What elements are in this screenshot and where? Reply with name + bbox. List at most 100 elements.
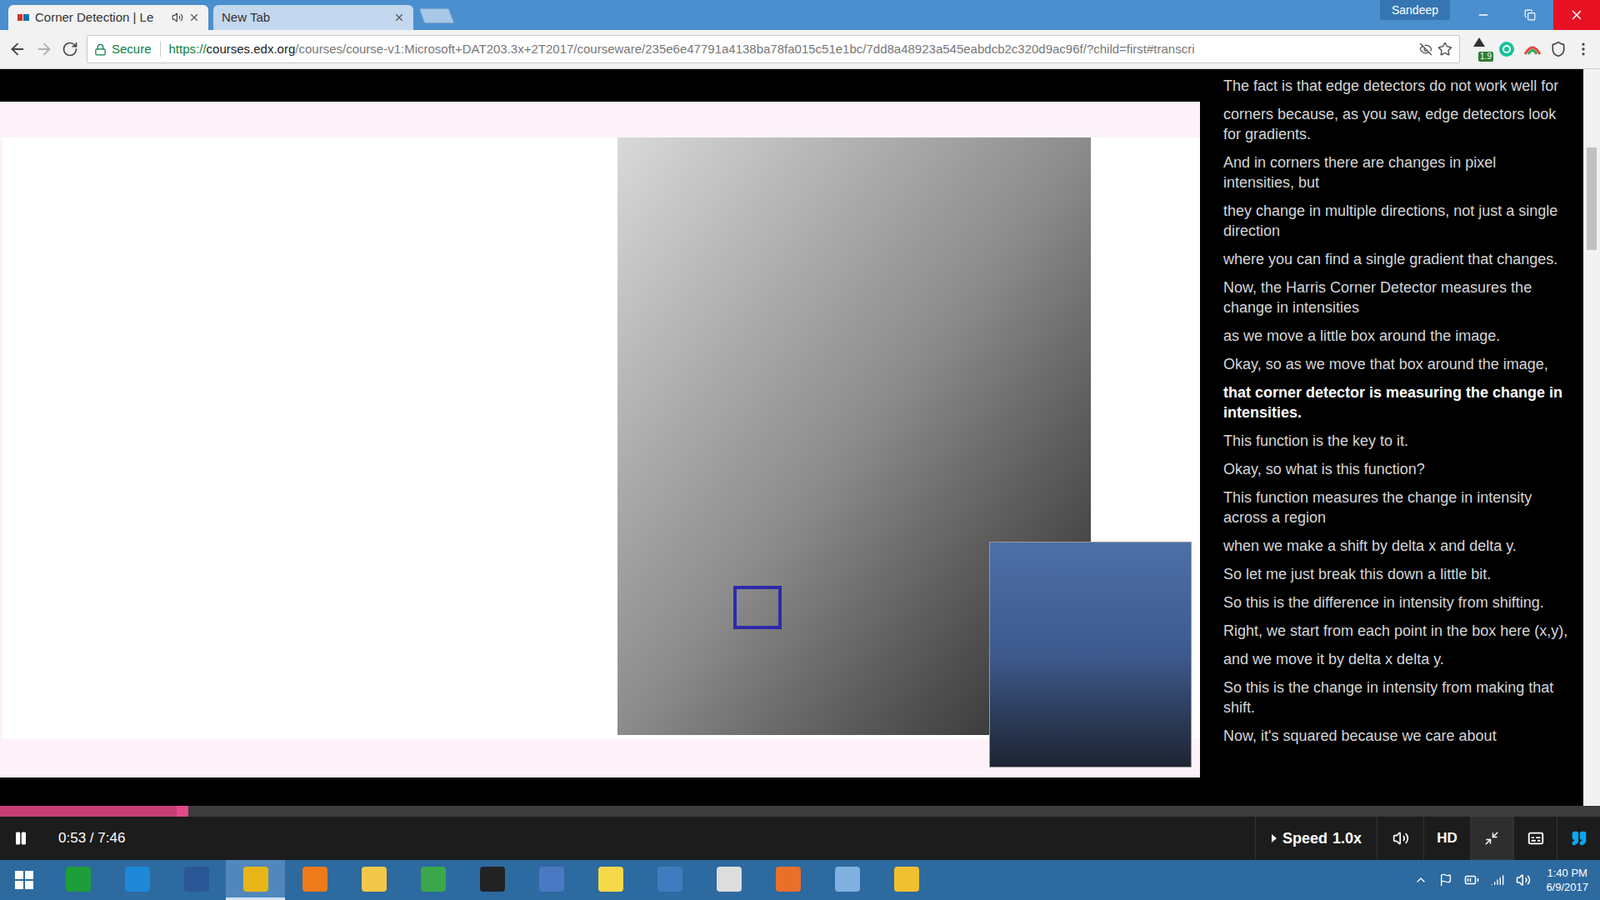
- lock-icon: [94, 43, 107, 56]
- taskbar-app[interactable]: [521, 860, 581, 900]
- volume-button[interactable]: [1376, 816, 1424, 860]
- time-display: 0:53 / 7:46: [58, 827, 125, 850]
- blocked-icon[interactable]: [1419, 42, 1433, 56]
- speed-button[interactable]: Speed1.0x: [1255, 816, 1377, 860]
- taskbar-app[interactable]: [166, 860, 226, 900]
- transcript-line[interactable]: and we move it by delta x delta y.: [1223, 649, 1569, 670]
- transcript-line[interactable]: Right, we start from each point in the b…: [1223, 620, 1569, 641]
- edx-favicon-icon: [16, 10, 30, 25]
- taskbar-app[interactable]: [640, 860, 700, 900]
- transcript-line[interactable]: This function is the key to it.: [1223, 430, 1569, 451]
- tab-label: Corner Detection | Le: [35, 8, 167, 28]
- app-icon: [302, 866, 328, 892]
- transcript-line[interactable]: where you can find a single gradient tha…: [1223, 249, 1569, 270]
- start-button[interactable]: [0, 860, 49, 900]
- transcript-line[interactable]: So this is the difference in intensity f…: [1223, 592, 1569, 613]
- pause-icon: [13, 830, 29, 846]
- transcript-line[interactable]: Now, it's squared because we care about: [1223, 725, 1569, 746]
- transcript-scrollbar[interactable]: [1583, 69, 1600, 806]
- app-icon: [184, 866, 210, 892]
- transcript-line[interactable]: when we make a shift by delta x and delt…: [1223, 535, 1569, 556]
- taskbar-app[interactable]: [758, 860, 818, 900]
- close-icon: [1569, 7, 1585, 23]
- transcript-line[interactable]: Now, the Harris Corner Detector measures…: [1223, 277, 1569, 318]
- clock-date: 6/9/2017: [1545, 880, 1589, 895]
- clock-time: 1:40 PM: [1546, 865, 1587, 880]
- clock[interactable]: 1:40 PM6/9/2017: [1545, 865, 1589, 895]
- arc-extension-icon[interactable]: [1523, 40, 1542, 58]
- transcript-panel: The fact is that edge detectors do not w…: [1200, 69, 1600, 806]
- app-icon: [894, 866, 920, 892]
- tray-expand-icon[interactable]: [1414, 873, 1428, 887]
- speaker-icon[interactable]: [171, 11, 184, 24]
- transcript-line[interactable]: corners because, as you saw, edge detect…: [1223, 104, 1569, 145]
- taskbar-app[interactable]: [225, 860, 285, 900]
- taskbar-app[interactable]: [285, 860, 345, 900]
- taskbar-app[interactable]: [403, 860, 463, 900]
- battery-icon[interactable]: [1464, 872, 1480, 888]
- tray-volume-icon[interactable]: [1515, 872, 1531, 888]
- action-center-flag-icon[interactable]: [1439, 873, 1453, 887]
- restore-button[interactable]: [1506, 0, 1554, 30]
- app-icon: [361, 866, 387, 892]
- address-bar[interactable]: Securehttps://courses.edx.org/courses/co…: [86, 35, 1460, 64]
- transcript-icon: [1570, 830, 1588, 847]
- minimize-button[interactable]: [1460, 0, 1507, 30]
- app-icon: [125, 866, 150, 892]
- reload-icon[interactable]: [61, 40, 79, 58]
- new-tab-button[interactable]: [419, 8, 455, 24]
- browser-tab[interactable]: Corner Detection | Le: [8, 5, 209, 30]
- taskbar: 1:40 PM6/9/2017: [0, 860, 1600, 900]
- bookmark-star-icon[interactable]: [1437, 41, 1453, 57]
- transcript-line[interactable]: So let me just break this down a little …: [1223, 564, 1569, 585]
- taskbar-app[interactable]: [580, 860, 640, 900]
- back-icon[interactable]: [8, 40, 27, 59]
- quality-button[interactable]: HD: [1423, 816, 1470, 860]
- scrollbar-thumb[interactable]: [1586, 147, 1597, 250]
- app-icon: [835, 866, 860, 892]
- transcript-line[interactable]: And in corners there are changes in pixe…: [1223, 152, 1569, 193]
- taskbar-app[interactable]: [344, 860, 404, 900]
- network-icon[interactable]: [1490, 873, 1505, 887]
- transcript-line[interactable]: Okay, so what is this function?: [1223, 459, 1569, 480]
- close-button[interactable]: [1553, 0, 1600, 30]
- extension-badge: 1.9: [1478, 51, 1494, 62]
- app-icon: [598, 866, 624, 892]
- taskbar-app[interactable]: [817, 860, 877, 900]
- speed-caret-icon: [1270, 833, 1278, 844]
- forward-icon[interactable]: [35, 40, 54, 59]
- extension-button[interactable]: 1.9: [1468, 36, 1490, 62]
- transcript-line[interactable]: as we move a little box around the image…: [1223, 325, 1569, 346]
- close-tab-icon[interactable]: [393, 11, 405, 24]
- transcript-list[interactable]: The fact is that edge detectors do not w…: [1200, 69, 1584, 806]
- progress-handle[interactable]: [176, 805, 189, 817]
- menu-icon[interactable]: [1575, 40, 1592, 58]
- page-content: The fact is that edge detectors do not w…: [0, 69, 1600, 806]
- transcript-button[interactable]: [1556, 816, 1600, 860]
- browser-tab[interactable]: New Tab: [213, 5, 414, 30]
- transcript-line[interactable]: Okay, so as we move that box around the …: [1223, 354, 1569, 375]
- instructor-inset: [989, 541, 1192, 768]
- progress-bar[interactable]: [0, 805, 1600, 817]
- shield-extension-icon[interactable]: [1550, 40, 1567, 58]
- play-pause-button[interactable]: [0, 816, 42, 860]
- transcript-line[interactable]: that corner detector is measuring the ch…: [1223, 382, 1569, 423]
- profile-button[interactable]: Sandeep: [1380, 0, 1450, 20]
- tab-strip: Corner Detection | Le New Tab Sandeep: [0, 0, 1600, 30]
- transcript-line[interactable]: they change in multiple directions, not …: [1223, 200, 1569, 241]
- close-tab-icon[interactable]: [188, 11, 200, 24]
- taskbar-app[interactable]: [876, 860, 936, 900]
- grammarly-icon[interactable]: [1498, 40, 1515, 58]
- transcript-line[interactable]: So this is the change in intensity from …: [1223, 677, 1569, 718]
- taskbar-app[interactable]: [107, 860, 167, 900]
- video-frame[interactable]: [0, 69, 1200, 806]
- taskbar-app[interactable]: [462, 860, 522, 900]
- transcript-line[interactable]: This function measures the change in int…: [1223, 487, 1569, 528]
- taskbar-app[interactable]: [699, 860, 759, 900]
- fullscreen-button[interactable]: [1470, 816, 1514, 860]
- captions-button[interactable]: [1513, 816, 1557, 860]
- transcript-line[interactable]: The fact is that edge detectors do not w…: [1223, 75, 1569, 96]
- url-text: https://courses.edx.org/courses/course-v…: [169, 40, 1415, 60]
- taskbar-app[interactable]: [48, 860, 108, 900]
- app-icon: [539, 866, 565, 892]
